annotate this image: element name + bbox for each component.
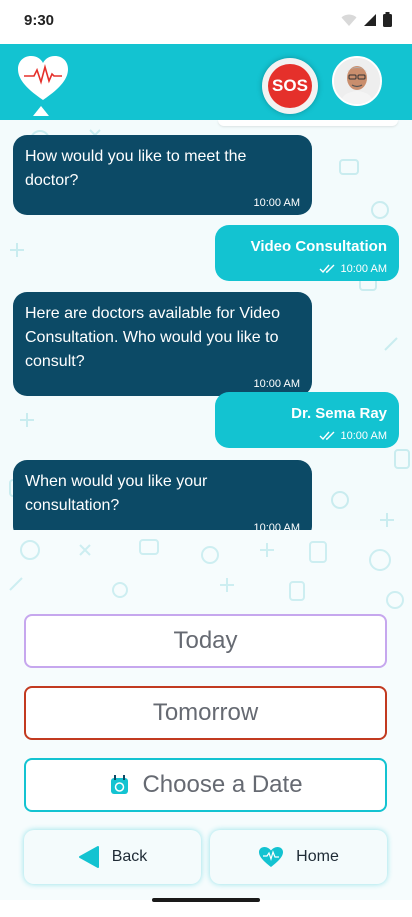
message-time: 10:00 AM — [253, 197, 300, 209]
status-bar: 9:30 — [0, 0, 412, 44]
heart-home-icon — [259, 847, 284, 867]
today-button[interactable]: Today — [24, 614, 387, 668]
double-check-icon — [319, 264, 335, 274]
signal-icon — [364, 13, 376, 26]
user-avatar-icon — [334, 58, 380, 104]
status-icons — [341, 12, 392, 27]
message-time: 10:00 AM — [253, 522, 300, 530]
double-check-icon — [319, 431, 335, 441]
home-button[interactable]: Home — [210, 830, 387, 884]
doctor-message: When would you like your consultation? 1… — [13, 460, 312, 530]
doctor-message: Here are doctors available for Video Con… — [13, 292, 312, 396]
user-message: Dr. Sema Ray 10:00 AM — [215, 392, 399, 448]
home-label: Home — [296, 848, 339, 865]
doctor-message: How would you like to meet the doctor? 1… — [13, 135, 312, 215]
message-text: Here are doctors available for Video Con… — [25, 305, 280, 370]
app-header: SOS — [0, 44, 412, 120]
wifi-icon — [341, 14, 357, 26]
back-label: Back — [111, 848, 148, 865]
message-text: Dr. Sema Ray — [291, 405, 387, 422]
back-button[interactable]: Back — [24, 830, 201, 884]
message-text: When would you like your consultation? — [25, 473, 208, 514]
tomorrow-button[interactable]: Tomorrow — [24, 686, 387, 740]
sos-label: SOS — [268, 64, 312, 108]
logo-pointer — [33, 106, 49, 116]
battery-icon — [383, 12, 392, 27]
status-time: 9:30 — [24, 12, 55, 29]
previous-bubble-edge — [218, 120, 398, 126]
heart-pulse-icon[interactable] — [16, 54, 70, 104]
tomorrow-label: Tomorrow — [152, 699, 259, 726]
message-time: 10:00 AM — [253, 378, 300, 390]
sos-button[interactable]: SOS — [262, 58, 318, 114]
back-arrow-icon — [78, 846, 99, 868]
message-time: 10:00 AM — [227, 263, 387, 275]
chat-area[interactable]: How would you like to meet the doctor? 1… — [0, 120, 412, 530]
message-time: 10:00 AM — [227, 430, 387, 442]
home-indicator[interactable] — [152, 898, 260, 902]
message-text: How would you like to meet the doctor? — [25, 148, 247, 189]
choose-date-button[interactable]: Choose a Date — [24, 758, 387, 812]
avatar[interactable] — [332, 56, 382, 106]
calendar-icon — [111, 775, 129, 794]
today-label: Today — [173, 627, 238, 654]
message-text: Video Consultation — [250, 238, 387, 255]
user-message: Video Consultation 10:00 AM — [215, 225, 399, 281]
choose-date-label: Choose a Date — [142, 771, 303, 798]
